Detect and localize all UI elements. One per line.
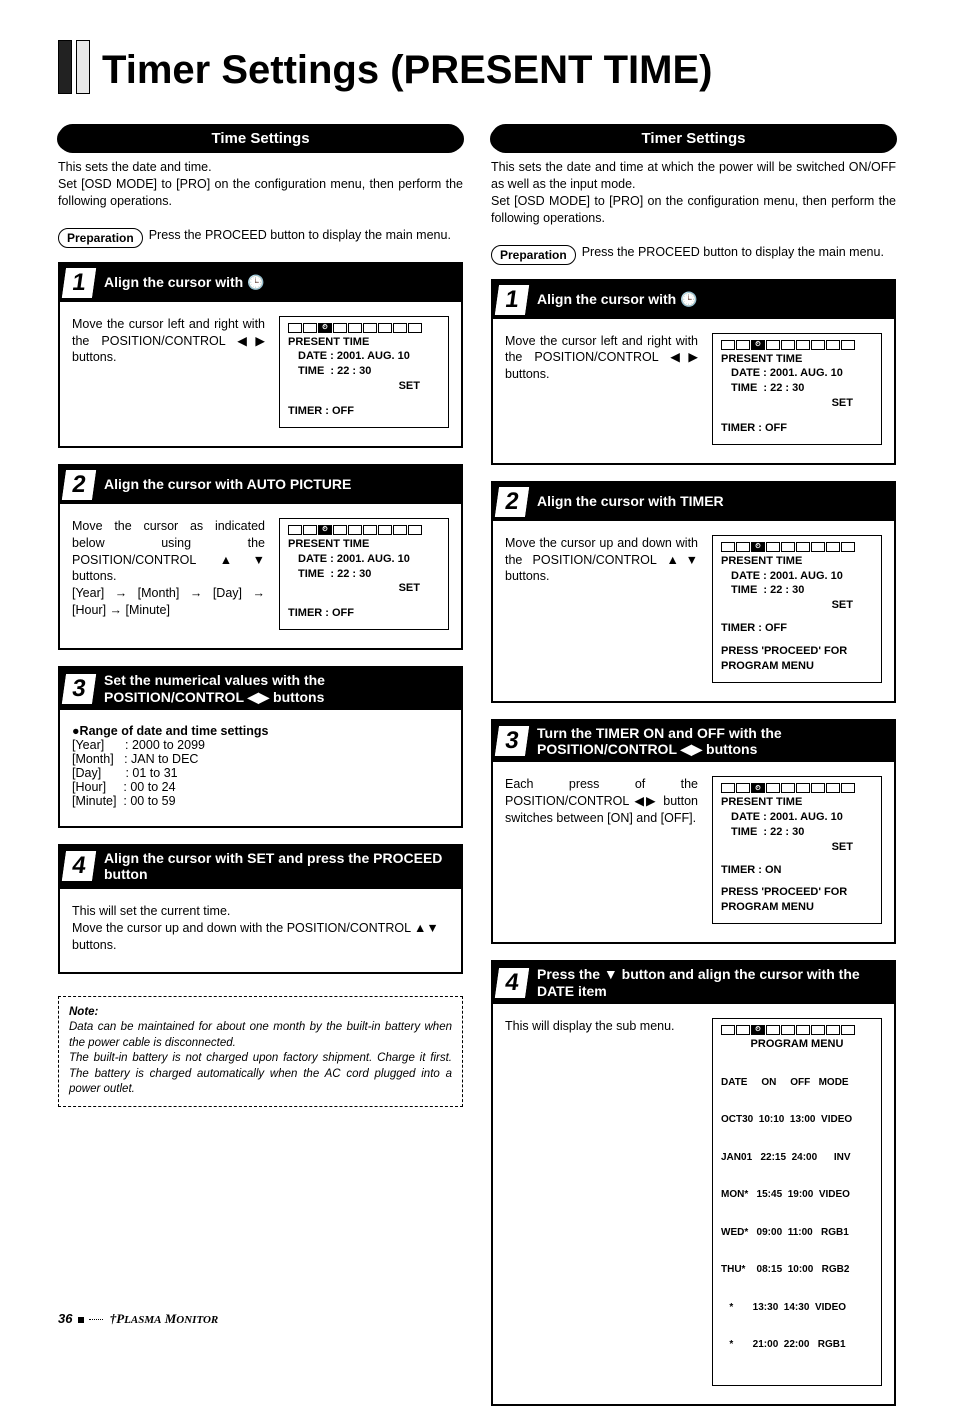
osd-timer-on: ⏲ PRESENT TIME DATE : 2001. AUG. 10 TIME… bbox=[712, 776, 882, 924]
right-preparation: Preparation Press the PROCEED button to … bbox=[491, 245, 896, 265]
preparation-text: Press the PROCEED button to display the … bbox=[149, 228, 463, 242]
r-step3-body: Each press of the POSITION/CONTROL ◀▶ bu… bbox=[505, 776, 698, 827]
note-title: Note: bbox=[69, 1005, 452, 1021]
left-preparation: Preparation Press the PROCEED button to … bbox=[58, 228, 463, 248]
osd-present-time-2: ⏲ PRESENT TIME DATE : 2001. AUG. 10 TIME… bbox=[279, 518, 449, 630]
preparation-text: Press the PROCEED button to display the … bbox=[582, 245, 896, 259]
step-number-4: 4 bbox=[62, 851, 96, 881]
step3-title: Set the numerical values with the POSITI… bbox=[104, 672, 451, 706]
clock-icon: 🕒 bbox=[680, 291, 697, 307]
right-step2-panel: 2 Align the cursor with TIMER Move the c… bbox=[491, 481, 896, 703]
preparation-badge: Preparation bbox=[491, 245, 576, 265]
r-step2-body: Move the cursor up and down with the POS… bbox=[505, 535, 698, 586]
r-step4-title: Press the ▼ button and align the cursor … bbox=[537, 966, 884, 1000]
timer-settings-heading: Timer Settings bbox=[491, 124, 896, 153]
two-column-layout: Time Settings This sets the date and tim… bbox=[58, 124, 896, 1422]
title-accent-bars bbox=[58, 40, 90, 94]
right-step3-panel: 3 Turn the TIMER ON and OFF with the POS… bbox=[491, 719, 896, 945]
title-row: Timer Settings (PRESENT TIME) bbox=[58, 40, 896, 94]
step2-body: Move the cursor as indicated below using… bbox=[72, 518, 265, 619]
r-step2-title: Align the cursor with TIMER bbox=[537, 493, 724, 510]
step4-body: This will set the current time. Move the… bbox=[58, 887, 463, 974]
preparation-badge: Preparation bbox=[58, 228, 143, 248]
step-number-3: 3 bbox=[62, 674, 96, 704]
osd-program-menu: ⏲ PROGRAM MENU DATE ON OFF MODE OCT30 10… bbox=[712, 1018, 882, 1386]
page-footer: 36 †PLASMA MONITOR bbox=[58, 1311, 218, 1327]
right-intro-text: This sets the date and time at which the… bbox=[491, 159, 896, 227]
step-number-2: 2 bbox=[62, 470, 96, 500]
step1-body: Move the cursor left and right with the … bbox=[72, 316, 265, 367]
right-step1-panel: 1 Align the cursor with 🕒 Move the curso… bbox=[491, 279, 896, 465]
osd-proceed: ⏲ PRESENT TIME DATE : 2001. AUG. 10 TIME… bbox=[712, 535, 882, 683]
osd-present-time: ⏲ PRESENT TIME DATE : 2001. AUG. 10 TIME… bbox=[712, 333, 882, 445]
left-step1-panel: 1 Align the cursor with 🕒 Move the curso… bbox=[58, 262, 463, 448]
osd-present-time: ⏲ PRESENT TIME DATE : 2001. AUG. 10 TIME… bbox=[279, 316, 449, 428]
right-column: Timer Settings This sets the date and ti… bbox=[491, 124, 896, 1422]
left-step2-panel: 2 Align the cursor with AUTO PICTURE Mov… bbox=[58, 464, 463, 650]
note-box: Note: Data can be maintained for about o… bbox=[58, 996, 463, 1107]
step-header: 1 Align the cursor with 🕒 bbox=[60, 264, 461, 302]
r-step4-body: This will display the sub menu. bbox=[505, 1018, 698, 1035]
right-step4-panel: 4 Press the ▼ button and align the curso… bbox=[491, 960, 896, 1405]
step2-title: Align the cursor with AUTO PICTURE bbox=[104, 476, 351, 493]
left-step4-panel: 4 Align the cursor with SET and press th… bbox=[58, 844, 463, 888]
step-number-1: 1 bbox=[62, 268, 96, 298]
note-body: Data can be maintained for about one mon… bbox=[69, 1020, 452, 1098]
left-step3-panel: 3 Set the numerical values with the POSI… bbox=[58, 666, 463, 828]
r-step3-title: Turn the TIMER ON and OFF with the POSIT… bbox=[537, 725, 884, 759]
step4-title: Align the cursor with SET and press the … bbox=[104, 850, 451, 884]
osd-icon-row: ⏲ bbox=[288, 323, 440, 333]
page-title: Timer Settings (PRESENT TIME) bbox=[102, 48, 712, 93]
step1-title: Align the cursor with 🕒 bbox=[104, 274, 265, 291]
step3-body: ●Range of date and time settings [Year] … bbox=[60, 710, 461, 826]
page-number: 36 bbox=[58, 1311, 72, 1326]
left-intro-text: This sets the date and time. Set [OSD MO… bbox=[58, 159, 463, 210]
time-settings-heading: Time Settings bbox=[58, 124, 463, 153]
program-table: DATE ON OFF MODE OCT30 10:10 13:00 VIDEO… bbox=[721, 1052, 873, 1377]
clock-icon: 🕒 bbox=[247, 274, 264, 290]
left-column: Time Settings This sets the date and tim… bbox=[58, 124, 463, 1422]
r-step1-body: Move the cursor left and right with the … bbox=[505, 333, 698, 384]
r-step1-title: Align the cursor with 🕒 bbox=[537, 291, 698, 308]
